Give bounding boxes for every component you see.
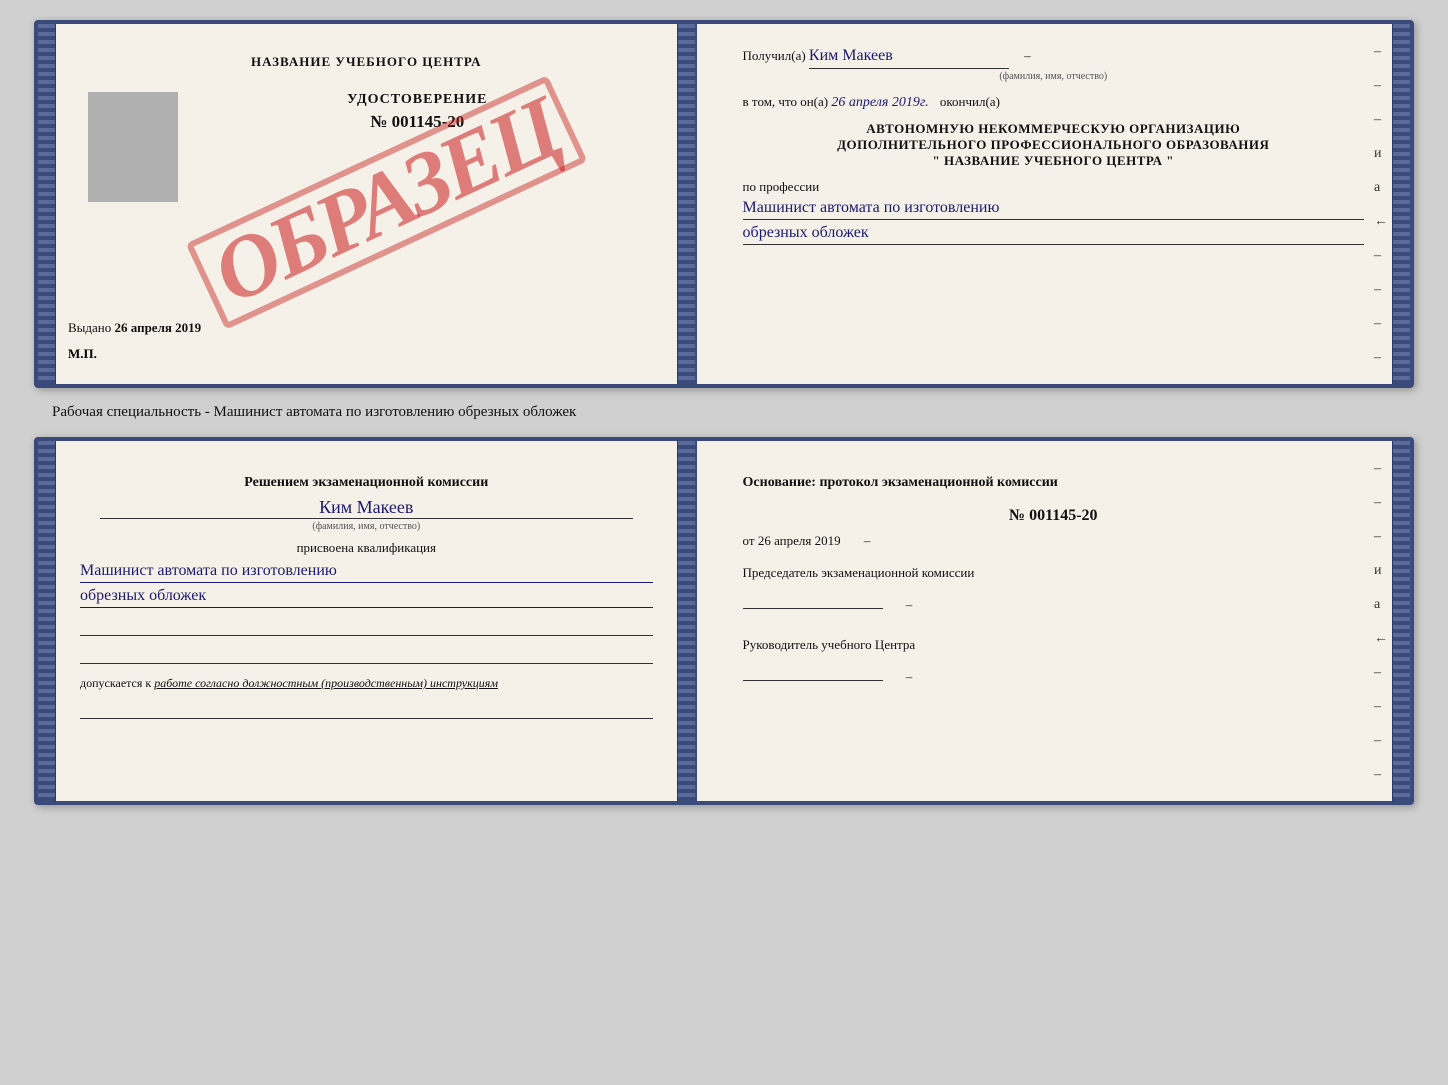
mp-label: М.П. bbox=[68, 346, 97, 362]
bottom-cert-left: Решением экзаменационной комиссии Ким Ма… bbox=[38, 441, 697, 801]
received-field: Получил(а) Ким Макеев – (фамилия, имя, о… bbox=[743, 44, 1364, 84]
finished-label: окончил(а) bbox=[940, 94, 1000, 109]
basis-title: Основание: протокол экзаменационной коми… bbox=[743, 475, 1364, 491]
commission-title: Решением экзаменационной комиссии bbox=[80, 475, 653, 491]
photo-placeholder bbox=[88, 92, 178, 202]
fio-sublabel-top: (фамилия, имя, отчество) bbox=[743, 69, 1364, 84]
description-line: Рабочая специальность - Машинист автомат… bbox=[52, 404, 576, 421]
spine-decoration-right-top bbox=[1392, 24, 1410, 384]
date-value-bottom: 26 апреля 2019 bbox=[758, 533, 841, 548]
profession-line2: обрезных обложек bbox=[743, 224, 1364, 245]
bottom-cert-left-content: Решением экзаменационной комиссии Ким Ма… bbox=[80, 461, 653, 781]
date-prefix: от bbox=[743, 533, 755, 548]
profession-line1: Машинист автомата по изготовлению bbox=[743, 199, 1364, 220]
cert-title: УДОСТОВЕРЕНИЕ bbox=[182, 92, 653, 108]
side-dashes-bottom-right: – – – и а ← – – – – bbox=[1374, 461, 1388, 783]
protocol-number: № 001145-20 bbox=[743, 507, 1364, 525]
qualification-line2: обрезных обложек bbox=[80, 587, 653, 608]
issued-label: Выдано bbox=[68, 320, 111, 335]
bottom-cert-right: Основание: протокол экзаменационной коми… bbox=[697, 441, 1410, 801]
blank-line-1 bbox=[80, 616, 653, 636]
issued-block: Выдано 26 апреля 2019 bbox=[68, 320, 201, 336]
bottom-certificate: Решением экзаменационной комиссии Ким Ма… bbox=[34, 437, 1414, 805]
side-dashes-top-right: – – – и а ← – – – – bbox=[1374, 44, 1388, 366]
date-value-top: 26 апреля 2019г. bbox=[831, 95, 928, 110]
qualification-line1: Машинист автомата по изготовлению bbox=[80, 562, 653, 583]
head-sig-line bbox=[743, 659, 883, 681]
top-certificate: НАЗВАНИЕ УЧЕБНОГО ЦЕНТРА УДОСТОВЕРЕНИЕ №… bbox=[34, 20, 1414, 388]
date-line-bottom: от 26 апреля 2019 – bbox=[743, 533, 1364, 549]
allowed-block: допускается к работе согласно должностны… bbox=[80, 676, 653, 691]
org-line3: " НАЗВАНИЕ УЧЕБНОГО ЦЕНТРА " bbox=[743, 153, 1364, 169]
org-line2: ДОПОЛНИТЕЛЬНОГО ПРОФЕССИОНАЛЬНОГО ОБРАЗО… bbox=[743, 137, 1364, 153]
cert-number: № 001145-20 bbox=[182, 112, 653, 132]
in-that-label: в том, что он(а) bbox=[743, 94, 829, 109]
person-name-bottom: Ким Макеев bbox=[100, 497, 633, 519]
top-cert-right: Получил(а) Ким Макеев – (фамилия, имя, о… bbox=[697, 24, 1410, 384]
fio-sublabel-bottom: (фамилия, имя, отчество) bbox=[80, 521, 653, 532]
blank-line-2 bbox=[80, 644, 653, 664]
allowed-text: работе согласно должностным (производств… bbox=[154, 676, 498, 690]
date-field: в том, что он(а) 26 апреля 2019г. окончи… bbox=[743, 92, 1364, 113]
bottom-cert-right-content: Основание: протокол экзаменационной коми… bbox=[743, 461, 1364, 781]
top-cert-left-content: НАЗВАНИЕ УЧЕБНОГО ЦЕНТРА УДОСТОВЕРЕНИЕ №… bbox=[80, 44, 653, 364]
qualification-label: присвоена квалификация bbox=[80, 540, 653, 556]
spine-decoration-right-left bbox=[677, 24, 695, 384]
head-label: Руководитель учебного Центра bbox=[743, 637, 916, 652]
allowed-label-text: допускается к bbox=[80, 676, 151, 690]
person-name-top: Ким Макеев bbox=[809, 44, 1009, 69]
issued-date: 26 апреля 2019 bbox=[115, 320, 202, 335]
top-cert-right-content: Получил(а) Ким Макеев – (фамилия, имя, о… bbox=[743, 44, 1364, 364]
top-cert-left: НАЗВАНИЕ УЧЕБНОГО ЦЕНТРА УДОСТОВЕРЕНИЕ №… bbox=[38, 24, 697, 384]
school-name-top: НАЗВАНИЕ УЧЕБНОГО ЦЕНТРА bbox=[251, 54, 482, 70]
profession-label: по профессии bbox=[743, 179, 1364, 195]
chairman-sig-line bbox=[743, 587, 883, 609]
head-block: Руководитель учебного Центра – bbox=[743, 637, 1364, 685]
org-block: АВТОНОМНУЮ НЕКОММЕРЧЕСКУЮ ОРГАНИЗАЦИЮ ДО… bbox=[743, 121, 1364, 169]
blank-line-3 bbox=[80, 699, 653, 719]
spine-decoration-right-bottom-right bbox=[1392, 441, 1410, 801]
received-label: Получил(а) bbox=[743, 48, 806, 63]
chairman-block: Председатель экзаменационной комиссии – bbox=[743, 565, 1364, 613]
chairman-label: Председатель экзаменационной комиссии bbox=[743, 565, 975, 580]
org-line1: АВТОНОМНУЮ НЕКОММЕРЧЕСКУЮ ОРГАНИЗАЦИЮ bbox=[743, 121, 1364, 137]
spine-decoration-right-bottom-left bbox=[677, 441, 695, 801]
spine-decoration-bottom-left bbox=[38, 441, 56, 801]
spine-decoration-left bbox=[38, 24, 56, 384]
